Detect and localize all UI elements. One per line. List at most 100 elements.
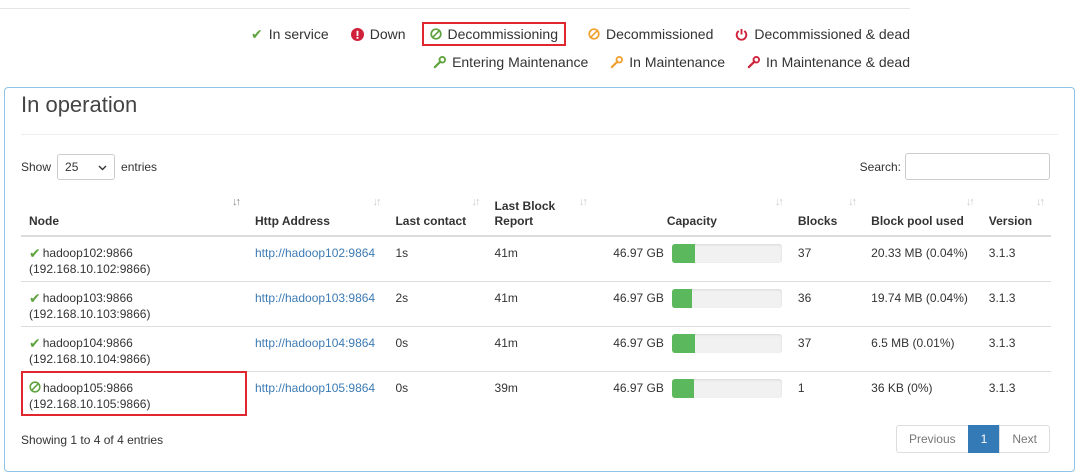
legend-label: In service [268, 26, 329, 42]
node-name: hadoop104:9866 [42, 335, 133, 350]
blocks-cell: 1 [789, 370, 864, 416]
capacity-value: 46.97 GB [613, 246, 664, 260]
http-address-cell: http://hadoop103:9864 [246, 280, 388, 326]
last-contact-cell: 0s [387, 325, 487, 371]
sort-icon: ↓↑ [578, 196, 588, 208]
node-cell: hadoop105:9866 (192.168.10.105:9866) [21, 370, 247, 416]
search-input[interactable] [905, 153, 1050, 180]
table-row: ✔ hadoop104:9866 (192.168.10.104:9866) ht… [21, 325, 1051, 371]
legend-decommissioned-dead: Decommissioned & dead [735, 26, 910, 42]
search-label: Search: [859, 159, 901, 174]
check-icon: ✔ [29, 245, 41, 261]
wrench-icon [610, 55, 624, 69]
legend-entering-maintenance: Entering Maintenance [433, 54, 588, 70]
http-address-cell: http://hadoop104:9864 [246, 325, 388, 371]
version-cell: 3.1.3 [980, 280, 1051, 326]
legend-in-maintenance: In Maintenance [610, 54, 725, 70]
legend-decommissioned: Decommissioned [588, 26, 713, 42]
node-name: hadoop102:9866 [42, 246, 133, 260]
show-label: Show [21, 160, 52, 174]
legend-down: Down [350, 26, 406, 42]
capacity-bar-fill [671, 333, 695, 353]
chevron-down-icon [98, 160, 107, 174]
sort-icon: ↓↑ [471, 196, 481, 208]
block-pool-used-cell: 19.74 MB (0.04%) [863, 280, 981, 326]
capacity-bar [671, 288, 782, 308]
block-pool-used-cell: 6.5 MB (0.01%) [863, 325, 981, 371]
sort-icon: ↓↑ [1036, 196, 1045, 208]
header-block-pool-used[interactable]: Block pool used ↓↑ [863, 193, 981, 237]
node-cell: ✔ hadoop103:9866 (192.168.10.103:9866) [21, 280, 247, 326]
page-1-button[interactable]: 1 [967, 425, 1001, 453]
pagination: Previous 1 Next [895, 425, 1050, 453]
capacity-value: 46.97 GB [613, 290, 664, 305]
legend-label: In Maintenance & dead [766, 54, 910, 70]
previous-button[interactable]: Previous [895, 425, 969, 453]
http-address-link[interactable]: http://hadoop102:9864 [255, 246, 375, 260]
http-address-link[interactable]: http://hadoop103:9864 [255, 291, 375, 305]
datanodes-table: Node ↓↑ Http Address ↓↑ Last contact ↓↑ Las… [21, 193, 1051, 416]
table-header-row: Node ↓↑ Http Address ↓↑ Last contact ↓↑ Las… [21, 193, 1051, 237]
capacity-bar-fill [671, 378, 694, 398]
last-block-report-cell: 41m [494, 246, 518, 260]
table-row: ✔ hadoop103:9866 (192.168.10.103:9866) ht… [21, 280, 1051, 326]
http-address-link[interactable]: http://hadoop105:9864 [255, 381, 375, 395]
header-blocks[interactable]: Blocks ↓↑ [789, 193, 864, 237]
version-cell: 3.1.3 [980, 370, 1051, 416]
exclamation-circle-icon [350, 27, 364, 41]
capacity-bar [671, 378, 782, 398]
last-contact-cell: 0s [387, 370, 487, 416]
capacity-bar [671, 333, 782, 353]
node-ip: (192.168.10.102:9866) [29, 262, 151, 276]
header-node[interactable]: Node ↓↑ [21, 193, 247, 237]
header-last-contact[interactable]: Last contact ↓↑ [387, 193, 487, 237]
http-address-cell: http://hadoop105:9864 [246, 370, 388, 416]
blocks-cell: 36 [789, 280, 864, 326]
capacity-cell: 46.97 GB [594, 236, 790, 281]
in-operation-panel: In operation Show 25 entries Search: Nod… [4, 87, 1075, 472]
last-block-report-cell: 39m [486, 370, 594, 416]
legend-row-2: Entering Maintenance In Maintenance In M… [0, 48, 910, 76]
node-ip: (192.168.10.103:9866) [29, 306, 151, 321]
entries-select-value: 25 [65, 160, 79, 174]
node-ip: (192.168.10.105:9866) [29, 396, 151, 411]
entries-label: entries [121, 160, 158, 174]
blocks-cell: 37 [797, 246, 812, 260]
block-pool-used-cell: 20.33 MB (0.04%) [871, 246, 968, 260]
wrench-icon [747, 55, 760, 69]
last-contact-cell: 2s [387, 280, 487, 326]
capacity-cell: 46.97 GB [593, 370, 790, 416]
header-version[interactable]: Version ↓↑ [980, 193, 1051, 237]
capacity-value: 46.97 GB [613, 335, 664, 350]
sort-icon: ↓↑ [372, 196, 381, 208]
legend-in-service: ✔ In service [251, 26, 329, 43]
legend-label: Decommissioned & dead [754, 26, 910, 42]
header-last-block-report[interactable]: Last Block Report ↓↑ [486, 193, 594, 237]
status-legend: ✔ In service Down Decommissioning Decomm… [0, 20, 910, 76]
header-http-address[interactable]: Http Address ↓↑ [246, 193, 388, 237]
http-address-link[interactable]: http://hadoop104:9864 [255, 336, 375, 350]
legend-label: Decommissioning [447, 26, 558, 42]
header-capacity[interactable]: Capacity ↓↑ [593, 193, 790, 237]
table-row: hadoop105:9866 (192.168.10.105:9866) htt… [21, 370, 1051, 416]
capacity-cell: 46.97 GB [593, 280, 790, 326]
http-address-cell: http://hadoop102:9864 [247, 236, 387, 281]
ban-icon [429, 28, 442, 40]
entries-select[interactable]: 25 [57, 154, 116, 180]
next-button[interactable]: Next [999, 425, 1050, 453]
sort-asc-icon: ↓↑ [231, 196, 241, 208]
entries-length-control: Show 25 entries [21, 154, 157, 180]
check-icon: ✔ [29, 289, 41, 306]
legend-in-maintenance-dead: In Maintenance & dead [747, 54, 910, 70]
legend-label: In Maintenance [629, 54, 725, 70]
capacity-bar-fill [671, 288, 692, 308]
table-info: Showing 1 to 4 of 4 entries [21, 433, 164, 447]
capacity-bar-fill [671, 244, 695, 263]
last-contact-cell: 1s [395, 246, 409, 260]
panel-divider [21, 134, 1058, 135]
node-cell: ✔ hadoop102:9866 (192.168.10.102:9866) [21, 236, 247, 281]
panel-title: In operation [21, 92, 138, 117]
node-name: hadoop103:9866 [42, 290, 133, 305]
legend-decommissioning: Decommissioning [421, 22, 566, 46]
capacity-cell: 46.97 GB [593, 325, 790, 371]
